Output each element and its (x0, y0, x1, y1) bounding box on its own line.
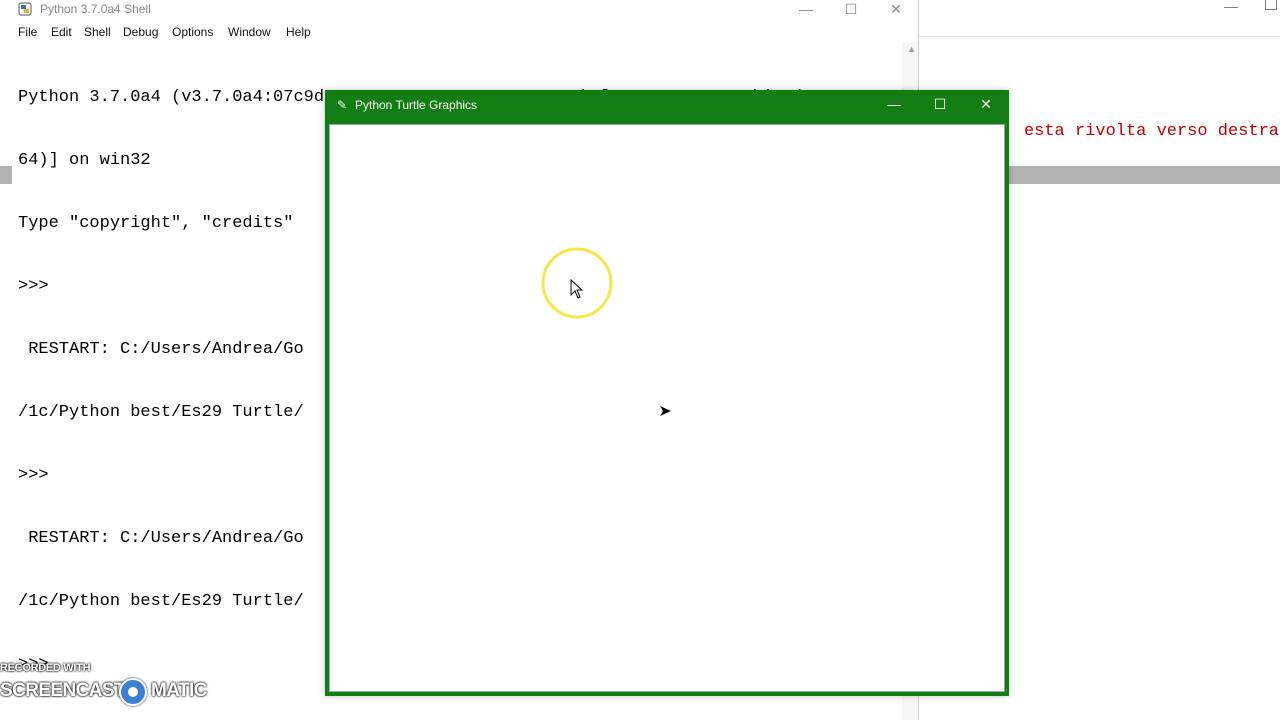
turtle-arrow-icon (660, 406, 671, 416)
shell-menubar: File Edit Shell Debug Options Window Hel… (12, 20, 918, 42)
maximize-button[interactable]: ☐ (831, 0, 871, 20)
menu-debug[interactable]: Debug (123, 25, 158, 39)
screencast-logo-icon (119, 678, 147, 706)
maximize-icon[interactable] (1265, 0, 1277, 10)
menu-edit[interactable]: Edit (51, 25, 72, 39)
turtle-canvas[interactable] (329, 124, 1005, 692)
scroll-up-icon[interactable]: ▲ (907, 44, 916, 54)
watermark-line1: RECORDED WITH (0, 662, 91, 674)
feather-icon: ✎ (337, 98, 348, 112)
menu-options[interactable]: Options (172, 25, 213, 39)
shell-title: Python 3.7.0a4 Shell (40, 2, 151, 16)
turtle-graphics-window[interactable]: ✎ Python Turtle Graphics — ☐ ✕ (325, 90, 1009, 696)
menu-shell[interactable]: Shell (84, 25, 111, 39)
mouse-pointer-icon (570, 279, 584, 299)
turtle-close-button[interactable]: ✕ (963, 90, 1009, 120)
watermark-brand-b: MATIC (151, 680, 207, 701)
turtle-maximize-button[interactable]: ☐ (917, 90, 963, 120)
menu-file[interactable]: File (18, 25, 37, 39)
turtle-titlebar[interactable]: ✎ Python Turtle Graphics — ☐ ✕ (325, 90, 1009, 120)
turtle-minimize-button[interactable]: — (871, 90, 917, 120)
minimize-icon[interactable]: — (1224, 0, 1238, 14)
shell-titlebar[interactable]: Python 3.7.0a4 Shell — ☐ ✕ (12, 0, 918, 20)
background-editor-titlebar[interactable]: — (906, 0, 1280, 37)
close-button[interactable]: ✕ (876, 0, 916, 20)
screencast-watermark: RECORDED WITH SCREENCAST MATIC (0, 660, 230, 710)
turtle-title: Python Turtle Graphics (355, 98, 478, 112)
python-icon (18, 2, 32, 16)
watermark-brand-a: SCREENCAST (0, 680, 126, 701)
minimize-button[interactable]: — (786, 0, 826, 20)
menu-window[interactable]: Window (228, 25, 271, 39)
left-editor-highlight (0, 166, 12, 184)
menu-help[interactable]: Help (286, 25, 311, 39)
